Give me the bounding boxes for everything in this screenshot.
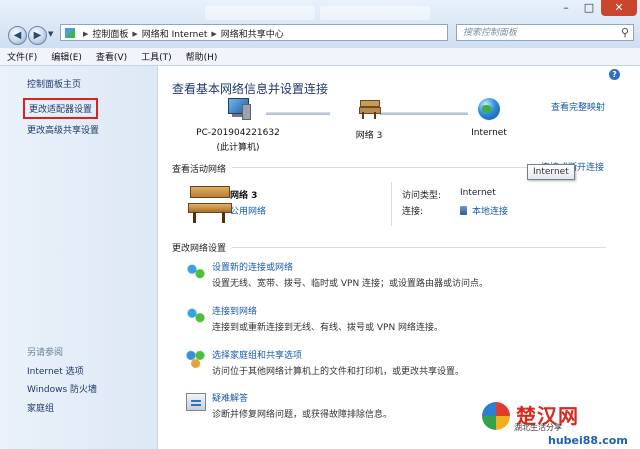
network-setup-icon <box>186 262 206 280</box>
section-divider <box>232 247 606 248</box>
forward-button[interactable]: ▶ <box>28 26 47 45</box>
address-field[interactable]: ▶ 控制面板 ▶ 网络和 Internet ▶ 网络和共享中心 ▼ ⟳ <box>60 24 498 41</box>
close-button[interactable]: ✕ <box>601 0 637 16</box>
ethernet-icon <box>460 206 467 215</box>
computer-name: PC-201904221632 <box>196 128 280 138</box>
local-connection-link[interactable]: 本地连接 <box>460 204 508 217</box>
breadcrumb-item[interactable]: 网络和 Internet <box>142 27 208 40</box>
public-network-bench-icon[interactable] <box>188 184 232 224</box>
minimize-button[interactable]: – <box>555 0 577 16</box>
breadcrumb-item[interactable]: 网络和共享中心 <box>221 27 284 40</box>
see-also-heading: 另请参阅 <box>27 348 64 358</box>
connections-label: 连接: <box>402 207 424 217</box>
map-node-internet[interactable]: Internet <box>458 98 520 138</box>
main-content: ? 查看基本网络信息并设置连接 查看完整映射 PC-201904221632 (… <box>158 66 640 449</box>
search-input[interactable] <box>457 25 619 40</box>
active-networks-heading: 查看活动网络 <box>172 165 227 175</box>
sidebar-item-internet-options[interactable]: Internet 选项 <box>27 364 84 377</box>
task-title-link[interactable]: 选择家庭组和共享选项 <box>212 348 302 361</box>
task-description: 设置无线、宽带、拨号、临时或 VPN 连接；或设置路由器或访问点。 <box>212 279 489 289</box>
task-description: 诊断并修复网络问题，或获得故障排除信息。 <box>212 410 393 420</box>
search-icon[interactable]: ⚲ <box>621 26 629 39</box>
maximize-button[interactable]: □ <box>578 0 600 16</box>
task-title-link[interactable]: 连接到网络 <box>212 304 257 317</box>
address-bar: – □ ✕ ◀ ▶ ▼ ▶ 控制面板 ▶ 网络和 Internet ▶ 网络和共… <box>0 0 640 48</box>
section-divider <box>232 167 532 168</box>
help-icon[interactable]: ? <box>609 69 620 80</box>
chevron-right-icon[interactable]: ▶ <box>211 30 216 38</box>
menu-edit[interactable]: 编辑(E) <box>44 50 89 63</box>
access-type-value: Internet <box>460 188 496 198</box>
control-panel-icon <box>65 28 75 38</box>
globe-icon <box>478 98 500 120</box>
sidebar-item-windows-firewall[interactable]: Windows 防火墙 <box>27 382 97 395</box>
tooltip: Internet <box>527 164 575 180</box>
task-title-link[interactable]: 设置新的连接或网络 <box>212 260 293 273</box>
task-description: 连接到或重新连接到无线、有线、拨号或 VPN 网络连接。 <box>212 323 444 333</box>
map-node-computer[interactable]: PC-201904221632 (此计算机) <box>182 98 294 153</box>
task-title-link[interactable]: 疑难解答 <box>212 391 248 404</box>
map-node-network[interactable]: 网络 3 <box>334 98 404 141</box>
access-type-label: 访问类型: <box>402 191 442 201</box>
connect-network-icon <box>186 306 206 324</box>
network-name: 网络 3 <box>355 131 383 141</box>
back-button[interactable]: ◀ <box>8 26 27 45</box>
menu-bar: 文件(F) 编辑(E) 查看(V) 工具(T) 帮助(H) <box>0 48 640 66</box>
sidebar: 控制面板主页 更改适配器设置 更改高级共享设置 另请参阅 Internet 选项… <box>0 66 158 449</box>
view-full-map-link[interactable]: 查看完整映射 <box>551 100 605 113</box>
public-network-bench-icon <box>358 98 381 120</box>
menu-help[interactable]: 帮助(H) <box>179 50 225 63</box>
chevron-right-icon[interactable]: ▶ <box>83 30 88 38</box>
task-description: 访问位于其他网络计算机上的文件和打印机，或更改共享设置。 <box>212 367 465 377</box>
computer-subtitle: (此计算机) <box>216 143 260 153</box>
active-network-name: 网络 3 <box>230 191 258 201</box>
sidebar-item-homegroup[interactable]: 家庭组 <box>27 401 54 414</box>
background-tab <box>320 6 430 20</box>
watermark-url: hubei88.com <box>548 434 628 447</box>
menu-file[interactable]: 文件(F) <box>0 50 44 63</box>
sidebar-item-adapter-settings[interactable]: 更改适配器设置 <box>23 98 99 119</box>
homegroup-icon <box>186 350 206 368</box>
search-box[interactable]: ⚲ <box>456 24 634 41</box>
watermark: 楚汉网 湖北生活分享 hubei88.com <box>476 398 640 449</box>
watermark-logo-icon <box>482 402 510 430</box>
page-title: 查看基本网络信息并设置连接 <box>172 82 329 96</box>
local-connection-label: 本地连接 <box>472 207 509 217</box>
history-dropdown-icon[interactable]: ▼ <box>48 30 53 38</box>
chevron-right-icon[interactable]: ▶ <box>132 30 137 38</box>
menu-tools[interactable]: 工具(T) <box>134 50 179 63</box>
breadcrumb-item[interactable]: 控制面板 <box>92 27 128 40</box>
sidebar-item-home[interactable]: 控制面板主页 <box>27 77 81 90</box>
vertical-divider <box>391 182 392 226</box>
internet-label: Internet <box>471 128 507 138</box>
menu-view[interactable]: 查看(V) <box>89 50 134 63</box>
breadcrumb: ▶ 控制面板 ▶ 网络和 Internet ▶ 网络和共享中心 <box>79 27 284 41</box>
troubleshoot-icon <box>186 393 206 411</box>
background-tab <box>205 6 315 20</box>
change-settings-heading: 更改网络设置 <box>172 244 227 254</box>
computer-icon <box>226 98 251 120</box>
watermark-subtitle: 湖北生活分享 <box>514 423 562 432</box>
network-type-link[interactable]: 公用网络 <box>230 204 266 217</box>
sidebar-item-advanced-sharing[interactable]: 更改高级共享设置 <box>27 123 99 136</box>
